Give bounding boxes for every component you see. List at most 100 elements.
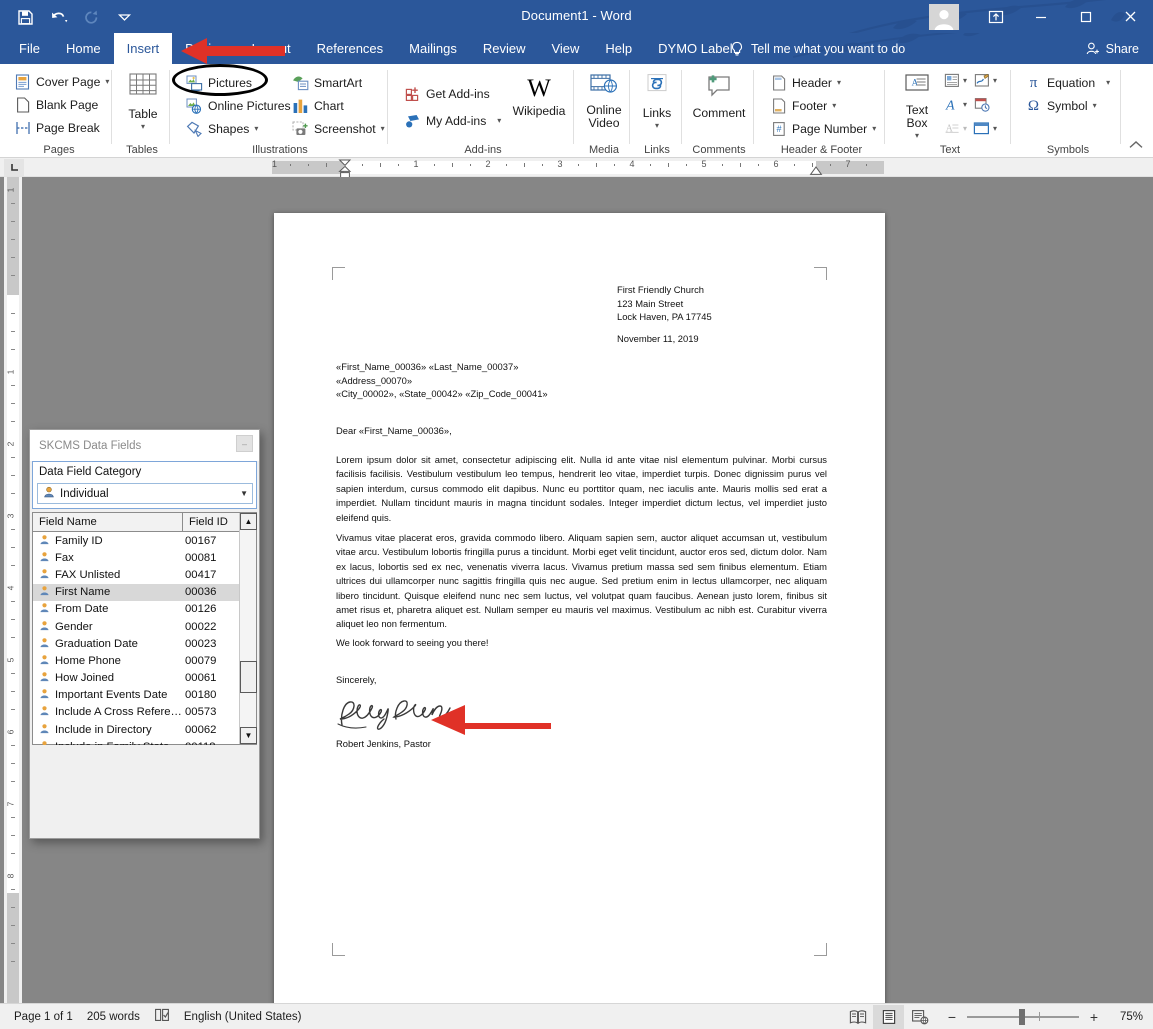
- new-comment-button[interactable]: Comment: [690, 73, 748, 120]
- chevron-down-icon[interactable]: ▾: [254, 125, 258, 133]
- chevron-down-icon[interactable]: ▾: [1093, 102, 1097, 110]
- links-button[interactable]: Links ▾: [637, 73, 677, 130]
- avatar[interactable]: [929, 4, 959, 30]
- print-layout-button[interactable]: [873, 1005, 904, 1029]
- document-page[interactable]: First Friendly Church 123 Main Street Lo…: [274, 213, 885, 1003]
- table-row[interactable]: Include in Family State…00118: [33, 738, 241, 745]
- scroll-down-icon[interactable]: ▼: [240, 727, 257, 744]
- skcms-data-fields-dialog[interactable]: SKCMS Data Fields – Data Field Category …: [29, 429, 260, 839]
- chevron-down-icon[interactable]: ▾: [837, 79, 841, 87]
- cover-page-button[interactable]: Cover Page ▾: [12, 71, 111, 93]
- table-row[interactable]: Graduation Date00023: [33, 635, 241, 652]
- table-row[interactable]: Include A Cross Refere…00573: [33, 704, 241, 721]
- chevron-down-icon[interactable]: ▾: [915, 132, 919, 140]
- tab-home[interactable]: Home: [53, 33, 114, 64]
- chevron-down-icon[interactable]: ▾: [993, 77, 997, 85]
- shapes-button[interactable]: Shapes ▾: [184, 118, 260, 140]
- drop-cap-button[interactable]: A ▾: [943, 120, 967, 137]
- zoom-out-button[interactable]: −: [945, 1009, 959, 1025]
- read-mode-button[interactable]: [842, 1005, 873, 1029]
- chevron-down-icon[interactable]: ▾: [872, 125, 876, 133]
- tab-references[interactable]: References: [304, 33, 396, 64]
- symbol-button[interactable]: Ω Symbol ▾: [1023, 95, 1099, 117]
- field-list-grid[interactable]: Field Name Field ID Family ID00167 Fax00…: [32, 512, 257, 745]
- ribbon-display-options-icon[interactable]: [973, 0, 1018, 33]
- table-button[interactable]: Table ▾: [122, 72, 164, 131]
- chevron-down-icon[interactable]: ▾: [963, 77, 967, 85]
- tab-help[interactable]: Help: [592, 33, 645, 64]
- tab-file[interactable]: File: [6, 33, 53, 64]
- chart-button[interactable]: Chart: [290, 95, 346, 117]
- field-list-scrollbar[interactable]: ▲ ▼: [239, 513, 256, 744]
- horizontal-ruler[interactable]: 1 1 2 3 4 5 6 7: [0, 158, 1153, 177]
- zoom-track[interactable]: [967, 1016, 1079, 1018]
- chevron-down-icon[interactable]: ▾: [1106, 79, 1110, 87]
- chevron-down-icon[interactable]: ▼: [240, 489, 248, 498]
- header-button[interactable]: Header ▾: [768, 72, 843, 94]
- quick-parts-button[interactable]: ▾: [943, 72, 967, 89]
- zoom-slider[interactable]: − + 75%: [945, 1009, 1143, 1025]
- close-button[interactable]: [1108, 0, 1153, 33]
- chevron-down-icon[interactable]: ▾: [141, 123, 145, 131]
- wordart-button[interactable]: A ▾: [943, 96, 967, 113]
- table-row[interactable]: Fax00081: [33, 549, 241, 566]
- minimize-button[interactable]: [1018, 0, 1063, 33]
- tab-review[interactable]: Review: [470, 33, 539, 64]
- blank-page-button[interactable]: Blank Page: [12, 94, 100, 116]
- signature-line-button[interactable]: ▾: [973, 72, 997, 89]
- zoom-in-button[interactable]: +: [1087, 1009, 1101, 1025]
- tab-insert[interactable]: Insert: [114, 33, 173, 64]
- proofing-errors-icon[interactable]: [154, 1008, 170, 1025]
- table-row-selected[interactable]: First Name00036: [33, 584, 241, 601]
- web-layout-button[interactable]: [904, 1005, 935, 1029]
- object-button[interactable]: ▾: [973, 120, 997, 137]
- share-button[interactable]: Share: [1086, 33, 1139, 64]
- text-box-button[interactable]: A Text Box ▾: [897, 73, 937, 140]
- right-indent-marker[interactable]: [809, 166, 823, 176]
- maximize-button[interactable]: [1063, 0, 1108, 33]
- zoom-thumb[interactable]: [1019, 1009, 1025, 1025]
- pictures-button[interactable]: Pictures: [184, 72, 254, 94]
- tab-design[interactable]: Design: [172, 33, 238, 64]
- footer-button[interactable]: Footer ▾: [768, 95, 838, 117]
- dialog-title-bar[interactable]: SKCMS Data Fields: [30, 430, 259, 461]
- scroll-up-icon[interactable]: ▲: [240, 513, 257, 530]
- chevron-down-icon[interactable]: ▾: [655, 122, 659, 130]
- table-row[interactable]: Home Phone00079: [33, 652, 241, 669]
- tab-layout[interactable]: Layout: [239, 33, 304, 64]
- equation-button[interactable]: π Equation ▾: [1023, 72, 1112, 94]
- chevron-down-icon[interactable]: ▾: [381, 125, 385, 133]
- chevron-down-icon[interactable]: ▾: [105, 78, 109, 86]
- dialog-minimize-button[interactable]: –: [236, 435, 253, 452]
- table-row[interactable]: Family ID00167: [33, 532, 241, 549]
- my-addins-button[interactable]: My Add-ins ▾: [402, 110, 503, 132]
- table-row[interactable]: How Joined00061: [33, 670, 241, 687]
- scrollbar-thumb[interactable]: [240, 661, 257, 693]
- column-header-field-id[interactable]: Field ID: [183, 513, 240, 531]
- collapse-ribbon-icon[interactable]: [1128, 139, 1144, 153]
- smartart-button[interactable]: SmartArt: [290, 72, 364, 94]
- vertical-ruler[interactable]: 1 1 2 3 4 5 6 7 8: [4, 177, 22, 1003]
- table-row[interactable]: Gender00022: [33, 618, 241, 635]
- screenshot-button[interactable]: Screenshot ▾: [290, 118, 387, 140]
- table-row[interactable]: Include in Directory00062: [33, 721, 241, 738]
- tell-me-search[interactable]: Tell me what you want to do: [730, 33, 905, 64]
- status-word-count[interactable]: 205 words: [87, 1011, 140, 1023]
- page-break-button[interactable]: Page Break: [12, 117, 102, 139]
- page-number-button[interactable]: # Page Number ▾: [768, 118, 878, 140]
- category-dropdown[interactable]: Individual ▼: [37, 483, 253, 504]
- online-video-button[interactable]: Online Video: [581, 73, 627, 130]
- online-pictures-button[interactable]: Online Pictures: [184, 95, 293, 117]
- date-time-button[interactable]: [973, 96, 990, 113]
- zoom-level[interactable]: 75%: [1109, 1011, 1143, 1023]
- chevron-down-icon[interactable]: ▾: [497, 117, 501, 125]
- column-header-field-name[interactable]: Field Name: [33, 513, 183, 531]
- table-row[interactable]: Important Events Date00180: [33, 687, 241, 704]
- status-page-number[interactable]: Page 1 of 1: [14, 1011, 73, 1023]
- tab-mailings[interactable]: Mailings: [396, 33, 470, 64]
- wikipedia-button[interactable]: W Wikipedia: [510, 76, 568, 118]
- chevron-down-icon[interactable]: ▾: [963, 101, 967, 109]
- tab-stop-selector[interactable]: [4, 159, 24, 176]
- table-row[interactable]: From Date00126: [33, 601, 241, 618]
- get-addins-button[interactable]: Get Add-ins: [402, 83, 492, 105]
